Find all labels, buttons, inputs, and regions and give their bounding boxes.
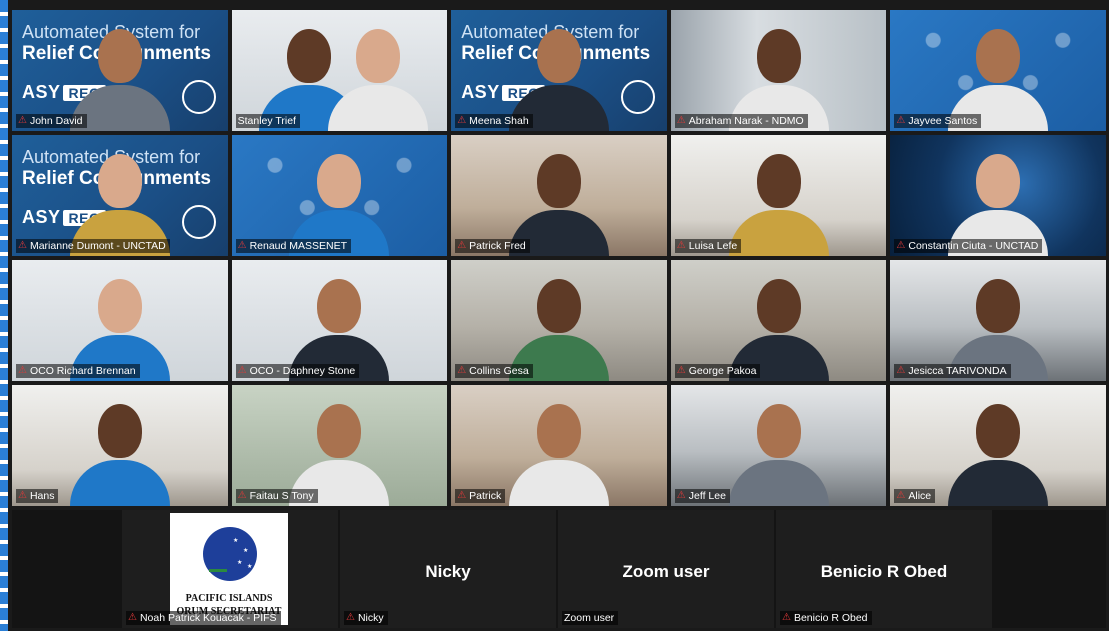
- pif-emblem-icon: ★ ★ ★ ★: [203, 527, 257, 581]
- muted-mic-icon: ⚠: [457, 365, 467, 376]
- participant-name-label: ⚠ Collins Gesa: [455, 364, 533, 378]
- participant-name-label: ⚠ Benicio R Obed: [780, 611, 872, 625]
- video-tile[interactable]: ⚠ Patrick Fred: [451, 135, 667, 256]
- video-tile[interactable]: ⚠ Renaud MASSENET: [231, 135, 448, 256]
- video-tile[interactable]: Automated System for Relief Consignments…: [12, 135, 228, 256]
- gallery-bottom-row: ★ ★ ★ ★ PACIFIC ISLANDS ORUM SECRETARIAT…: [12, 510, 1106, 628]
- video-off-tile[interactable]: Nicky ⚠ Nicky: [340, 510, 556, 628]
- participant-name-label: Stanley Trief: [235, 114, 300, 128]
- participant-display-name: Nicky: [425, 562, 471, 581]
- participant-display-name: Zoom user: [622, 562, 710, 581]
- muted-mic-icon: ⚠: [676, 240, 686, 251]
- participant-name-label: ⚠ Faitau S Tony: [235, 489, 318, 503]
- participant-name-label: ⚠ Renaud MASSENET: [235, 239, 352, 253]
- video-tile[interactable]: ⚠ George Pakoa: [670, 260, 887, 381]
- muted-mic-icon: ⚠: [457, 115, 467, 126]
- participant-name-label: ⚠ OCO Richard Brennan: [16, 364, 140, 378]
- pacific-islands-forum-logo: ★ ★ ★ ★ PACIFIC ISLANDS ORUM SECRETARIAT: [170, 513, 288, 625]
- participant-video: [724, 396, 834, 506]
- participant-name-label: ⚠ Jesicca TARIVONDA: [894, 364, 1011, 378]
- video-tile[interactable]: ⚠ Luisa Lefe: [670, 135, 887, 256]
- muted-mic-icon: ⚠: [18, 365, 27, 376]
- video-off-tile[interactable]: Benicio R Obed ⚠ Benicio R Obed: [776, 510, 992, 628]
- participant-display-name: Benicio R Obed: [820, 562, 948, 581]
- participant-name-label: ⚠ Luisa Lefe: [674, 239, 742, 253]
- muted-mic-icon: ⚠: [896, 365, 906, 376]
- muted-mic-icon: ⚠: [18, 115, 27, 126]
- muted-mic-icon: ⚠: [896, 490, 906, 501]
- video-off-tile[interactable]: ★ ★ ★ ★ PACIFIC ISLANDS ORUM SECRETARIAT…: [122, 510, 338, 628]
- video-tile[interactable]: ⚠ Abraham Narak - NDMO: [670, 10, 887, 131]
- participant-name-label: ⚠ Nicky: [344, 611, 388, 625]
- gallery-grid: Automated System for Relief Consignments…: [12, 10, 1106, 506]
- participant-name-label: ⚠ Jayvee Santos: [894, 114, 982, 128]
- video-tile[interactable]: ⚠ Jeff Lee: [670, 385, 887, 506]
- participant-video: [504, 396, 614, 506]
- participant-name-label: ⚠ Patrick Fred: [455, 239, 530, 253]
- muted-mic-icon: ⚠: [18, 490, 27, 501]
- video-tile[interactable]: ⚠ Patrick: [451, 385, 667, 506]
- participant-name-label: ⚠ Constantin Ciuta - UNCTAD: [894, 239, 1043, 253]
- muted-mic-icon: ⚠: [457, 240, 467, 251]
- participant-name-label: ⚠ Patrick: [455, 489, 506, 503]
- video-tile[interactable]: ⚠ Collins Gesa: [451, 260, 667, 381]
- muted-mic-icon: ⚠: [896, 240, 906, 251]
- muted-mic-icon: ⚠: [237, 490, 247, 501]
- participant-name-label: ⚠ Hans: [16, 489, 59, 503]
- muted-mic-icon: ⚠: [237, 240, 247, 251]
- participant-name-label: Zoom user: [562, 611, 619, 625]
- muted-mic-icon: ⚠: [782, 612, 791, 623]
- participant-name-label: ⚠ Jeff Lee: [674, 489, 730, 503]
- muted-mic-icon: ⚠: [18, 240, 27, 251]
- muted-mic-icon: ⚠: [896, 115, 906, 126]
- muted-mic-icon: ⚠: [128, 612, 137, 623]
- video-tile[interactable]: Automated System for Relief Consignments…: [451, 10, 667, 131]
- participant-name-label: ⚠ George Pakoa: [674, 364, 761, 378]
- participant-video: [943, 396, 1053, 506]
- un-emblem-icon: [620, 80, 655, 114]
- video-tile[interactable]: ⚠ OCO - Daphney Stone: [231, 260, 448, 381]
- participant-name-label: ⚠ OCO - Daphney Stone: [235, 364, 360, 378]
- participant-name-label: ⚠ Alice: [894, 489, 936, 503]
- muted-mic-icon: ⚠: [676, 490, 686, 501]
- video-tile[interactable]: ⚠ OCO Richard Brennan: [12, 260, 228, 381]
- participant-name-label: ⚠ Marianne Dumont - UNCTAD: [16, 239, 170, 253]
- participant-name-label: ⚠ Abraham Narak - NDMO: [674, 114, 808, 128]
- muted-mic-icon: ⚠: [457, 490, 467, 501]
- video-tile[interactable]: ⚠ Jayvee Santos: [890, 10, 1106, 131]
- participant-name-label: ⚠ Meena Shah: [455, 114, 533, 128]
- video-tile[interactable]: ⚠ Hans: [12, 385, 228, 506]
- video-tile[interactable]: ⚠ Jesicca TARIVONDA: [890, 260, 1106, 381]
- participant-name-label: ⚠ Noah Patrick Kouacak - PIFS: [126, 611, 281, 625]
- video-tile[interactable]: Automated System for Relief Consignments…: [12, 10, 228, 131]
- video-tile[interactable]: ⚠ Constantin Ciuta - UNCTAD: [890, 135, 1106, 256]
- video-off-tile[interactable]: Zoom user Zoom user: [558, 510, 774, 628]
- muted-mic-icon: ⚠: [676, 115, 686, 126]
- muted-mic-icon: ⚠: [237, 365, 247, 376]
- muted-mic-icon: ⚠: [346, 612, 355, 623]
- un-emblem-icon: [181, 205, 216, 239]
- video-tile[interactable]: ⚠ Alice: [890, 385, 1106, 506]
- participant-video-secondary: [323, 21, 433, 131]
- participant-video: [65, 396, 175, 506]
- muted-mic-icon: ⚠: [676, 365, 686, 376]
- video-tile[interactable]: ⚠ Faitau S Tony: [231, 385, 448, 506]
- video-tile-active-speaker[interactable]: Stanley Trief: [231, 10, 448, 131]
- participant-name-label: ⚠ John David: [16, 114, 87, 128]
- un-emblem-icon: [181, 80, 216, 114]
- left-edge-strip: [0, 0, 8, 631]
